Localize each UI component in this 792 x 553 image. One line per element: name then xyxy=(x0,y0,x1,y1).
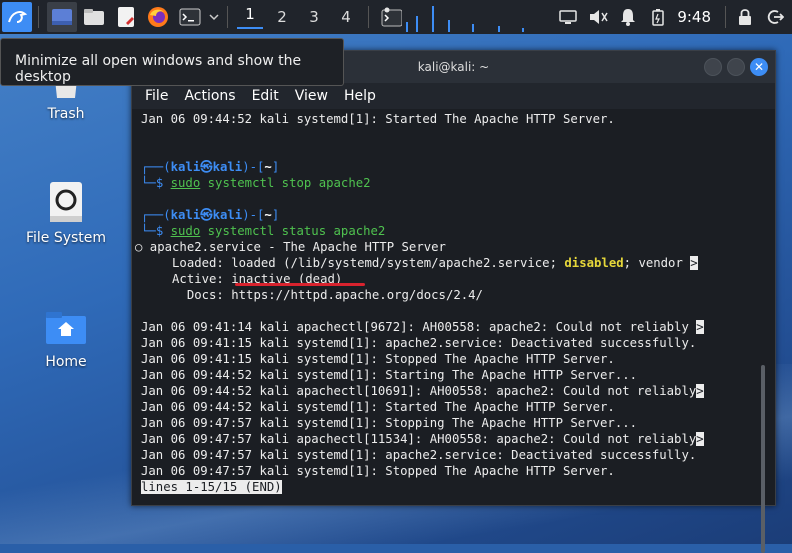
panel-dropdown-icon[interactable] xyxy=(207,2,221,32)
log-line: Jan 06 09:47:57 kali systemd[1]: Stopped… xyxy=(141,464,615,478)
menu-edit[interactable]: Edit xyxy=(252,88,279,104)
service-line: ○ apache2.service - The Apache HTTP Serv… xyxy=(135,240,446,254)
desktop-icon-label: Trash xyxy=(47,106,85,122)
muted-speaker-icon[interactable] xyxy=(583,2,613,32)
workspace-4[interactable]: 4 xyxy=(330,8,362,26)
network-icon[interactable] xyxy=(553,2,583,32)
text-editor-icon[interactable] xyxy=(111,2,141,32)
home-folder-icon xyxy=(44,304,88,348)
close-button[interactable]: ✕ xyxy=(750,58,768,76)
prompt-line: ┌──(kali㉿kali)-[~] xyxy=(141,160,280,174)
log-line: Jan 06 09:47:57 kali apachectl[11534]: A… xyxy=(141,432,704,446)
desktop-icon-label: File System xyxy=(25,230,107,246)
menu-help[interactable]: Help xyxy=(344,88,376,104)
docs-line: Docs: https://httpd.apache.org/docs/2.4/ xyxy=(135,288,483,302)
prompt-line: ┌──(kali㉿kali)-[~] xyxy=(141,208,280,222)
log-line: Jan 06 09:44:52 kali systemd[1]: Startin… xyxy=(141,368,638,382)
workspace-3[interactable]: 3 xyxy=(298,8,330,26)
desktop-icon-file-system[interactable]: File System xyxy=(21,180,111,246)
scrollbar[interactable] xyxy=(761,365,765,553)
log-line: Jan 06 09:47:57 kali systemd[1]: Stoppin… xyxy=(141,416,638,430)
log-line: Jan 06 09:47:57 kali systemd[1]: apache2… xyxy=(141,448,697,462)
terminal-line: Jan 06 09:44:52 kali systemd[1]: Started… xyxy=(141,112,615,126)
loaded-line: Loaded: loaded (/lib/systemd/system/apac… xyxy=(135,256,698,270)
kali-menu-icon[interactable] xyxy=(2,2,32,32)
menu-actions[interactable]: Actions xyxy=(184,88,235,104)
desktop-icon-label: Home xyxy=(45,354,87,370)
clock[interactable]: 9:48 xyxy=(677,8,711,26)
firefox-icon[interactable] xyxy=(143,2,173,32)
show-desktop-icon[interactable] xyxy=(47,2,77,32)
menu-file[interactable]: File xyxy=(145,88,168,104)
log-line: Jan 06 09:44:52 kali systemd[1]: Started… xyxy=(141,400,615,414)
hard-drive-icon xyxy=(44,180,88,224)
battery-icon[interactable] xyxy=(643,2,673,32)
pager-status: lines 1-15/15 (END) xyxy=(141,480,282,494)
log-line: Jan 06 09:41:15 kali systemd[1]: Stopped… xyxy=(141,352,615,366)
command-line: └─$ sudo systemctl status apache2 xyxy=(141,224,386,238)
logout-icon[interactable] xyxy=(760,2,790,32)
file-manager-icon[interactable] xyxy=(79,2,109,32)
terminal-window: kali@kali: ~ ✕ File Actions Edit View He… xyxy=(131,50,776,553)
terminal-output[interactable]: Jan 06 09:44:52 kali systemd[1]: Started… xyxy=(132,109,775,553)
log-line: Jan 06 09:44:52 kali apachectl[10691]: A… xyxy=(141,384,704,398)
terminal-icon[interactable] xyxy=(175,2,205,32)
show-desktop-tooltip: Minimize all open windows and show the d… xyxy=(0,38,344,86)
system-tray: 9:48 xyxy=(553,0,792,34)
minimize-button[interactable] xyxy=(704,58,722,76)
red-annotation-underline xyxy=(235,283,365,286)
log-line: Jan 06 09:41:14 kali apachectl[9672]: AH… xyxy=(141,320,704,334)
desktop-icon-home[interactable]: Home xyxy=(21,304,111,370)
workspace-1[interactable]: 1 xyxy=(234,5,266,29)
menu-view[interactable]: View xyxy=(295,88,328,104)
notification-bell-icon[interactable] xyxy=(613,2,643,32)
menu-bar: File Actions Edit View Help xyxy=(132,83,775,109)
command-line: └─$ sudo systemctl stop apache2 xyxy=(141,176,371,190)
log-line: Jan 06 09:41:15 kali systemd[1]: apache2… xyxy=(141,336,697,350)
maximize-button[interactable] xyxy=(727,58,745,76)
workspace-2[interactable]: 2 xyxy=(266,8,298,26)
cpu-graph xyxy=(402,2,530,32)
lock-icon[interactable] xyxy=(730,2,760,32)
top-panel: 1 2 3 4 9:48 xyxy=(0,0,792,34)
